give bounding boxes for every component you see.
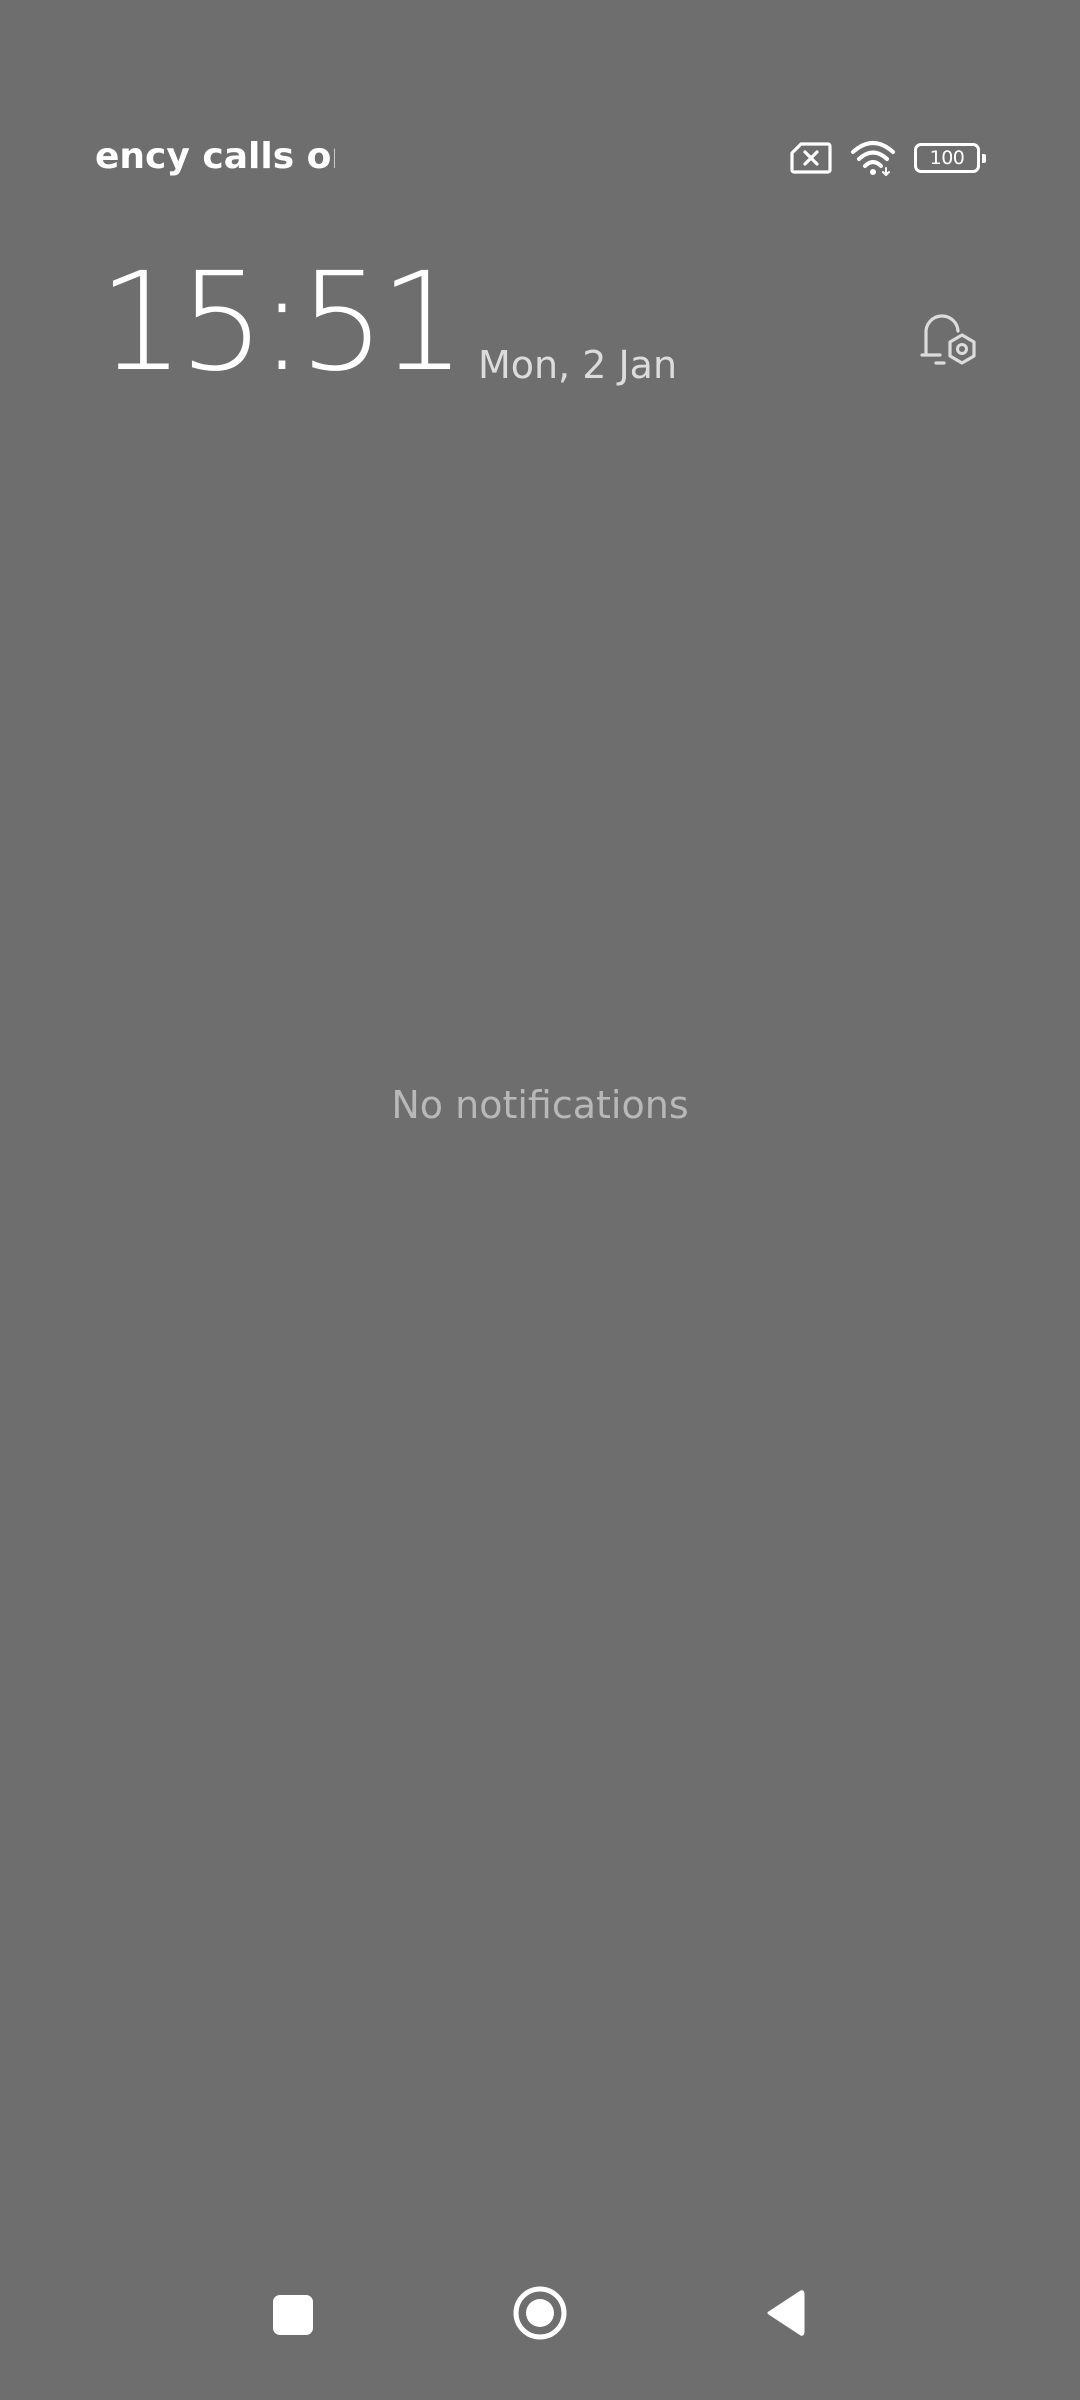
clock-time[interactable]: 15:51 bbox=[98, 255, 466, 391]
no-sim-icon bbox=[790, 142, 832, 174]
back-button[interactable] bbox=[740, 2270, 830, 2360]
notification-shade: ency calls only 100 bbox=[0, 0, 1080, 2400]
recents-icon bbox=[273, 2295, 313, 2335]
home-button[interactable] bbox=[495, 2270, 585, 2360]
battery-icon: 100 bbox=[914, 143, 986, 173]
status-bar: ency calls only 100 bbox=[0, 128, 1080, 192]
wifi-icon bbox=[850, 140, 896, 176]
battery-tip bbox=[982, 154, 986, 163]
navigation-bar bbox=[0, 2250, 1080, 2400]
empty-notifications-message: No notifications bbox=[391, 1083, 689, 1127]
notification-settings-icon bbox=[916, 309, 984, 379]
status-icons: 100 bbox=[790, 138, 986, 178]
battery-level-text: 100 bbox=[929, 147, 965, 169]
carrier-status-text: ency calls only bbox=[95, 136, 335, 177]
recents-button[interactable] bbox=[248, 2270, 338, 2360]
home-icon bbox=[512, 2285, 568, 2345]
clock-header: 15:51 Mon, 2 Jan bbox=[98, 255, 677, 391]
clock-date[interactable]: Mon, 2 Jan bbox=[478, 343, 677, 387]
notification-settings-button[interactable] bbox=[912, 306, 988, 382]
back-icon bbox=[763, 2287, 807, 2343]
